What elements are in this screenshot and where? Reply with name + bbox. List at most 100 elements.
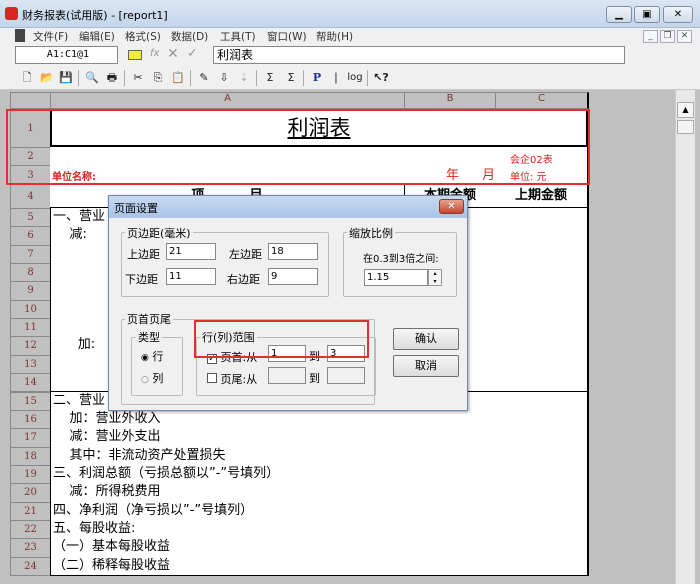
vertical-scrollbar[interactable]: ▲: [675, 90, 695, 584]
menu-window[interactable]: 窗口(W): [267, 29, 307, 44]
row-header[interactable]: 16: [10, 409, 51, 430]
sort-asc-icon[interactable]: ⇣: [235, 69, 253, 86]
column-header-c[interactable]: C: [495, 92, 589, 109]
confirm-button[interactable]: 确认: [393, 328, 459, 350]
row-header[interactable]: 19: [10, 464, 51, 485]
prior-amount-cell[interactable]: [495, 318, 589, 338]
item-cell[interactable]: 其中：非流动资产处置损失: [50, 446, 405, 466]
prior-amount-cell[interactable]: [495, 208, 589, 228]
prior-amount-cell[interactable]: [495, 519, 589, 540]
prior-amount-cell[interactable]: [495, 428, 589, 448]
row-header[interactable]: 13: [10, 354, 51, 375]
item-cell[interactable]: 减：所得税费用: [50, 483, 405, 503]
menu-file[interactable]: 文件(F): [33, 29, 68, 44]
row-header[interactable]: 8: [10, 263, 51, 283]
print-preview-icon[interactable]: 🔍: [83, 69, 101, 86]
mdi-minimize-button[interactable]: _: [643, 30, 658, 43]
row-header[interactable]: 23: [10, 538, 51, 558]
sum-icon[interactable]: Σ: [261, 69, 279, 86]
sort-desc-icon[interactable]: ⇩: [215, 69, 233, 86]
prior-amount-cell[interactable]: [495, 556, 589, 576]
fx-icon[interactable]: fx: [150, 48, 159, 59]
row-header[interactable]: 24: [10, 556, 51, 576]
cell-reference[interactable]: A1:C1@1: [15, 46, 118, 64]
menu-tools[interactable]: 工具(T): [220, 29, 256, 44]
menu-edit[interactable]: 编辑(E): [79, 29, 115, 44]
current-amount-cell[interactable]: [404, 446, 496, 466]
prior-amount-cell[interactable]: [495, 409, 589, 430]
sum-column-icon[interactable]: Σ: [282, 69, 300, 86]
row-header[interactable]: 10: [10, 299, 51, 320]
prior-amount-cell[interactable]: [495, 391, 589, 411]
current-amount-cell[interactable]: [404, 501, 496, 521]
prior-amount-cell[interactable]: [495, 501, 589, 521]
footer-checkbox[interactable]: 页尾:从: [207, 371, 257, 387]
scroll-thumb[interactable]: [677, 120, 694, 134]
prior-amount-cell[interactable]: [495, 373, 589, 393]
log-icon[interactable]: log: [346, 69, 364, 86]
p-icon[interactable]: P: [308, 69, 326, 86]
prior-amount-cell[interactable]: [495, 226, 589, 246]
select-all-corner[interactable]: [10, 92, 51, 109]
row-header[interactable]: 5: [10, 208, 51, 228]
row-header[interactable]: 17: [10, 428, 51, 448]
format-painter-icon[interactable]: ✎: [195, 69, 213, 86]
bracket-icon[interactable]: ❘: [327, 69, 345, 86]
cancel-icon[interactable]: ✕: [167, 46, 179, 62]
type-column-radio[interactable]: ○ 列: [141, 370, 163, 386]
column-header-a[interactable]: A: [50, 92, 405, 109]
maximize-button[interactable]: ▣: [634, 6, 660, 23]
row-header[interactable]: 20: [10, 483, 51, 503]
accept-icon[interactable]: ✓: [187, 46, 198, 61]
prior-amount-cell[interactable]: [495, 299, 589, 320]
item-cell[interactable]: 四、净利润（净亏损以”-”号填列）: [50, 501, 405, 521]
type-row-radio[interactable]: ◉ 行: [141, 348, 163, 364]
paste-icon[interactable]: 📋: [169, 69, 187, 86]
row-header[interactable]: 21: [10, 501, 51, 521]
cell-edit-icon[interactable]: [128, 50, 142, 60]
mdi-restore-button[interactable]: ❐: [660, 30, 675, 43]
prior-amount-cell[interactable]: [495, 538, 589, 558]
dialog-title-bar[interactable]: 页面设置 ✕: [109, 196, 467, 218]
dialog-close-button[interactable]: ✕: [439, 199, 464, 214]
prior-amount-cell[interactable]: [495, 483, 589, 503]
row-header[interactable]: 12: [10, 336, 51, 356]
current-amount-cell[interactable]: [404, 519, 496, 540]
row-header[interactable]: 14: [10, 373, 51, 393]
save-icon[interactable]: 💾: [57, 69, 75, 86]
footer-from-input[interactable]: [268, 367, 306, 384]
close-button[interactable]: ✕: [663, 6, 693, 23]
open-icon[interactable]: 📂: [38, 69, 56, 86]
row-header[interactable]: 22: [10, 519, 51, 540]
formula-input[interactable]: 利润表: [213, 46, 625, 64]
scale-input[interactable]: 1.15: [364, 269, 428, 286]
mdi-close-button[interactable]: ✕: [677, 30, 692, 43]
print-icon[interactable]: 🖶: [103, 69, 121, 86]
cut-icon[interactable]: ✂: [129, 69, 147, 86]
item-cell[interactable]: （二）稀释每股收益: [50, 556, 405, 576]
item-cell[interactable]: 加：营业外收入: [50, 409, 405, 430]
footer-to-input[interactable]: [327, 367, 365, 384]
row-header[interactable]: 18: [10, 446, 51, 466]
scale-spinner[interactable]: ▴ ▾: [428, 269, 442, 286]
row-header[interactable]: 6: [10, 226, 51, 246]
current-amount-cell[interactable]: [404, 409, 496, 430]
current-amount-cell[interactable]: [404, 538, 496, 558]
left-margin-input[interactable]: 18: [268, 243, 318, 260]
prior-amount-cell[interactable]: [495, 244, 589, 265]
row-header[interactable]: 15: [10, 391, 51, 411]
menu-data[interactable]: 数据(D): [171, 29, 208, 44]
scroll-up-arrow-icon[interactable]: ▲: [677, 102, 694, 118]
current-amount-cell[interactable]: [404, 428, 496, 448]
item-cell[interactable]: 减：营业外支出: [50, 428, 405, 448]
menu-format[interactable]: 格式(S): [125, 29, 161, 44]
prior-amount-cell[interactable]: [495, 281, 589, 301]
new-icon[interactable]: 🗋: [18, 69, 36, 86]
row-header[interactable]: 4: [10, 184, 51, 209]
top-margin-input[interactable]: 21: [166, 243, 216, 260]
copy-icon[interactable]: ⎘: [149, 69, 167, 86]
prior-amount-cell[interactable]: [495, 446, 589, 466]
item-cell[interactable]: 五、每股收益:: [50, 519, 405, 540]
cancel-button[interactable]: 取消: [393, 355, 459, 377]
prior-amount-cell[interactable]: [495, 336, 589, 356]
